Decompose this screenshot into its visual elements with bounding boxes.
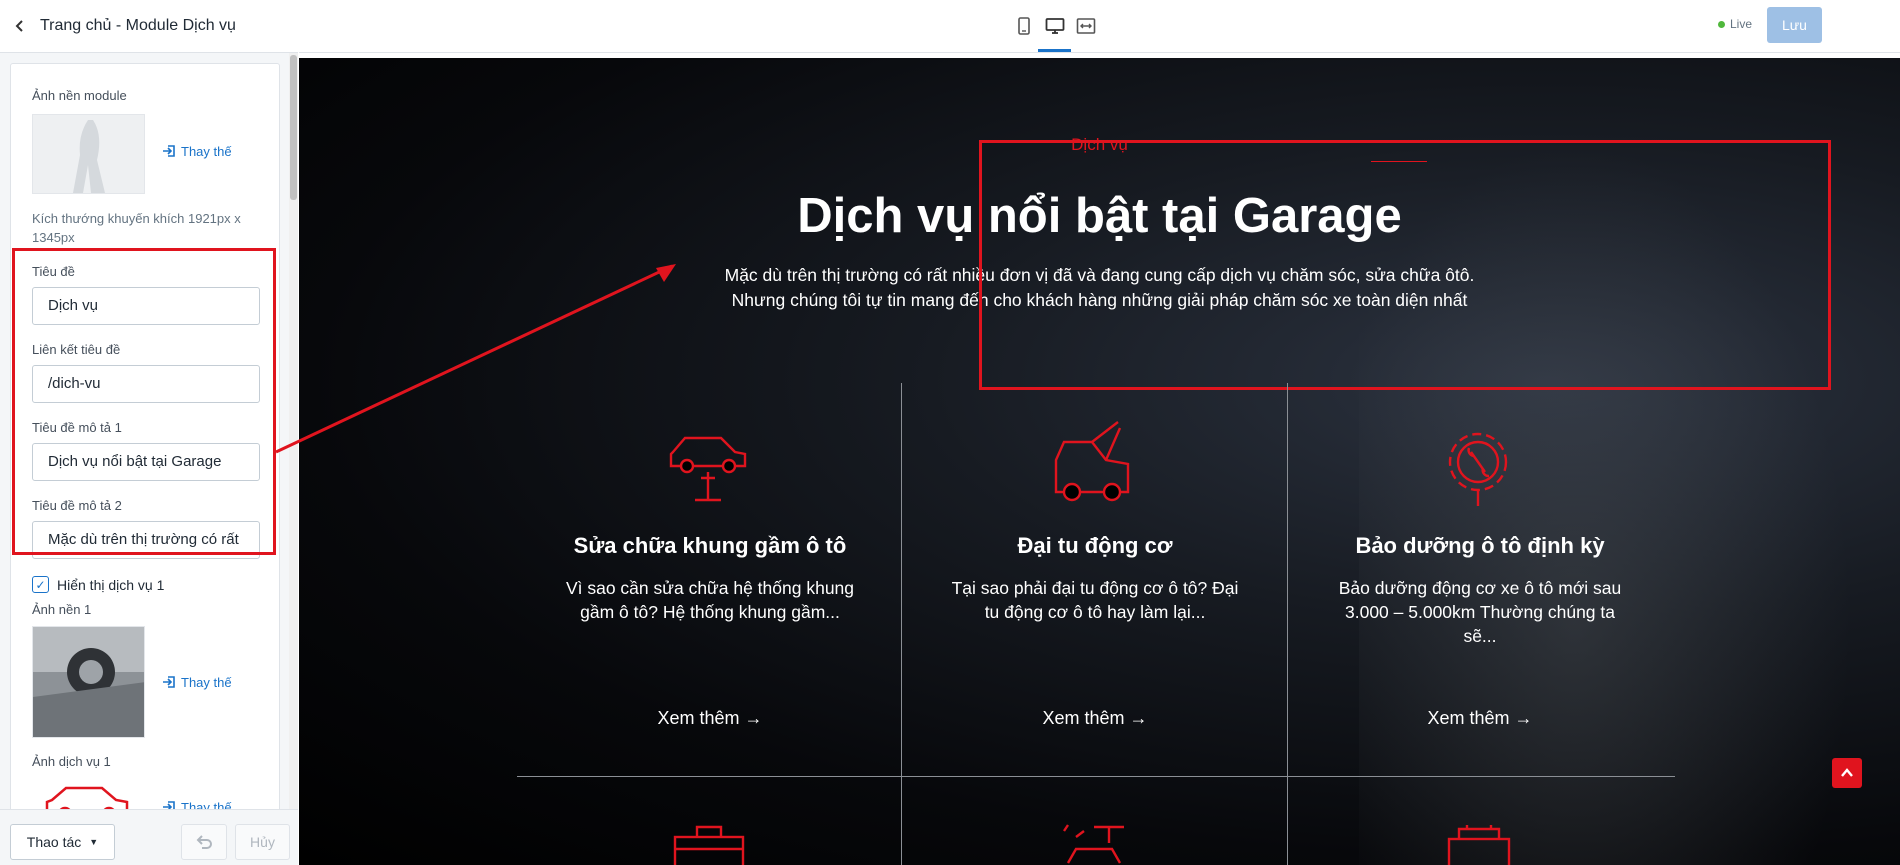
desc1-input[interactable]: Dịch vụ nổi bật tại Garage xyxy=(32,443,260,481)
desc2-label: Tiêu đề mô tả 2 xyxy=(32,498,122,513)
mobile-icon xyxy=(1018,17,1030,35)
service-3-title[interactable]: Bảo dưỡng ô tô định kỳ xyxy=(1320,533,1640,559)
service-2-more-link[interactable]: Xem thêm → xyxy=(935,708,1255,729)
mobile-view-button[interactable] xyxy=(1012,14,1036,38)
service-1-more-link[interactable]: Xem thêm → xyxy=(550,708,870,729)
description-line-2: Nhưng chúng tôi tự tin mang đến cho khác… xyxy=(731,290,1468,310)
section-eyebrow[interactable]: Dịch vụ xyxy=(299,135,1900,155)
service-image-thumbnail xyxy=(32,778,145,809)
live-label: Live xyxy=(1730,17,1753,31)
size-hint: Kích thướng khuyến khích 1921px x 1345px xyxy=(32,211,241,245)
replace-service-image-link[interactable]: Thay thế xyxy=(161,799,232,809)
show-service-1-toggle[interactable]: ✓ Hiển thị dịch vụ 1 xyxy=(32,576,164,593)
bg-image-thumbnail xyxy=(32,114,145,194)
service-2-title[interactable]: Đại tu động cơ xyxy=(935,533,1255,559)
expand-width-icon xyxy=(1076,18,1096,34)
grid-divider-v2 xyxy=(1287,383,1288,865)
chevron-left-icon xyxy=(15,20,23,32)
desktop-view-button[interactable] xyxy=(1043,14,1067,38)
section-description[interactable]: Mặc dù trên thị trường có rất nhiều đơn … xyxy=(299,263,1900,313)
preview-toolbar: Live Lưu xyxy=(299,0,1900,53)
desc2-input[interactable]: Mặc dù trên thị trường có rất xyxy=(32,521,260,559)
replace-bg1-link[interactable]: Thay thế xyxy=(161,674,232,690)
description-line-1: Mặc dù trên thị trường có rất nhiều đơn … xyxy=(724,265,1475,285)
desktop-icon xyxy=(1045,18,1065,34)
sidebar-footer: Thao tác ▼ Hủy xyxy=(0,809,298,865)
active-device-indicator xyxy=(1038,49,1071,52)
engine-hood-icon xyxy=(1054,421,1130,502)
toolbox-icon xyxy=(673,825,745,865)
caret-down-icon: ▼ xyxy=(89,837,99,847)
actions-label: Thao tác xyxy=(26,834,82,850)
checkbox-checked-icon[interactable]: ✓ xyxy=(32,576,49,593)
eyebrow-underline xyxy=(1371,161,1427,162)
scroll-to-top-button[interactable] xyxy=(1832,758,1862,788)
replace-icon xyxy=(163,145,175,157)
fullwidth-view-button[interactable] xyxy=(1074,14,1098,38)
sidebar-scrollbar-thumb[interactable] xyxy=(290,55,297,200)
service-1-description: Vì sao cần sửa chữa hệ thống khung gầm ô… xyxy=(565,578,855,622)
replace-bg-image-link[interactable]: Thay thế xyxy=(161,143,232,159)
car-lift-icon xyxy=(45,786,129,809)
desc1-label: Tiêu đề mô tả 1 xyxy=(32,420,122,435)
service-1-title[interactable]: Sửa chữa khung gầm ô tô xyxy=(550,533,870,559)
show-service-1-label: Hiển thị dịch vụ 1 xyxy=(57,576,165,593)
service-image-label: Ảnh dịch vụ 1 xyxy=(32,754,111,769)
cancel-button[interactable]: Hủy xyxy=(235,824,290,860)
car-wash-icon xyxy=(1063,824,1124,864)
engine-block-icon xyxy=(1447,825,1511,865)
bg-image-label: Ảnh nền module xyxy=(32,88,127,103)
replace-label: Thay thế xyxy=(181,143,232,159)
sidebar-header: Trang chủ - Module Dịch vụ xyxy=(0,0,298,53)
section-title[interactable]: Dịch vụ nổi bật tại Garage xyxy=(299,188,1900,244)
editor-sidebar: Trang chủ - Module Dịch vụ Ảnh nền modul… xyxy=(0,0,298,865)
bg1-preview xyxy=(33,627,144,737)
title-input[interactable]: Dịch vụ xyxy=(32,287,260,325)
sidebar-scroll-area: Ảnh nền module Thay thế Kích thướng khuy… xyxy=(0,53,298,809)
actions-dropdown[interactable]: Thao tác ▼ xyxy=(10,824,115,860)
bg1-thumbnail xyxy=(32,626,145,738)
title-link-label: Liên kết tiêu đề xyxy=(32,342,121,357)
grid-divider-h xyxy=(517,776,1675,777)
gear-wrench-icon xyxy=(1448,432,1508,506)
back-button[interactable] xyxy=(0,0,40,53)
chevron-up-icon xyxy=(1841,768,1853,777)
replace-label: Thay thế xyxy=(181,799,232,810)
bg1-label: Ảnh nền 1 xyxy=(32,602,92,617)
service-2-description: Tại sao phải đại tu động cơ ô tô? Đại tu… xyxy=(951,578,1239,622)
replace-icon xyxy=(163,676,175,688)
title-link-input[interactable]: /dich-vu xyxy=(32,365,260,403)
sidebar-title: Trang chủ - Module Dịch vụ xyxy=(40,17,236,34)
live-dot-icon xyxy=(1718,20,1725,28)
settings-panel: Ảnh nền module Thay thế Kích thướng khuy… xyxy=(10,63,280,809)
replace-icon xyxy=(163,801,175,809)
page-preview[interactable]: Dịch vụ Dịch vụ nổi bật tại Garage Mặc d… xyxy=(299,58,1900,865)
car-lift-icon xyxy=(669,436,747,502)
undo-button[interactable] xyxy=(181,824,227,860)
service-3-more-link[interactable]: Xem thêm → xyxy=(1320,708,1640,729)
replace-label: Thay thế xyxy=(181,674,232,690)
title-label: Tiêu đề xyxy=(32,264,75,279)
grid-divider-v1 xyxy=(901,383,902,865)
service-3-description: Bảo dưỡng động cơ xe ô tô mới sau 3.000 … xyxy=(1338,578,1622,646)
bg-image-preview xyxy=(33,115,144,193)
save-button[interactable]: Lưu xyxy=(1767,7,1822,43)
undo-icon xyxy=(196,835,212,849)
live-status: Live xyxy=(1718,17,1752,31)
